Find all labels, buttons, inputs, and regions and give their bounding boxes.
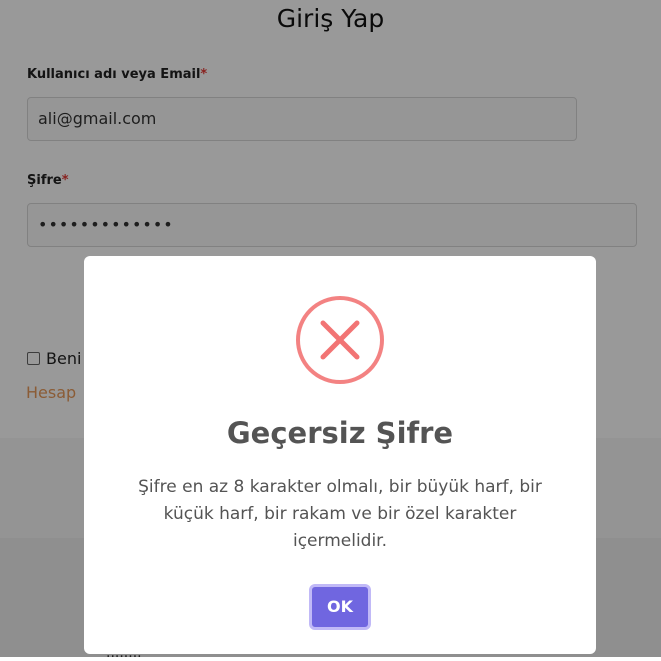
error-x-icon [295,295,385,385]
error-dialog: Geçersiz Şifre Şifre en az 8 karakter ol… [84,256,596,654]
dialog-message: Şifre en az 8 karakter olmalı, bir büyük… [138,477,542,551]
ok-button[interactable]: OK [309,584,371,630]
dialog-title: Geçersiz Şifre [226,416,454,450]
